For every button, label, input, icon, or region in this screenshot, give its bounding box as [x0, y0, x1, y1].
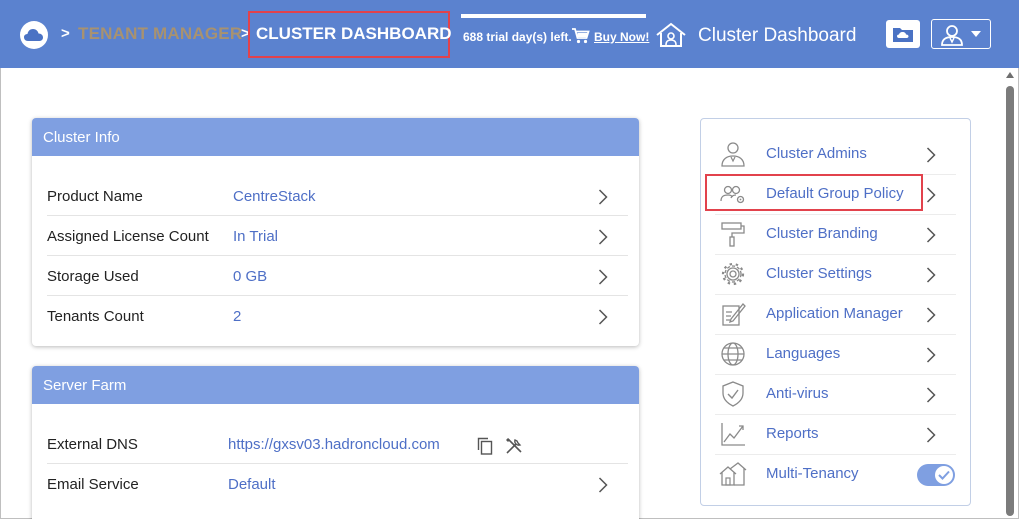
menu-item-default-group-policy[interactable]: Default Group Policy	[715, 175, 956, 215]
menu-item-label: Application Manager	[766, 305, 903, 322]
shopping-cart-icon[interactable]	[572, 28, 590, 49]
menu-item-cluster-settings[interactable]: Cluster Settings	[715, 255, 956, 295]
chevron-right-icon	[926, 427, 936, 443]
info-row-license-count[interactable]: Assigned License Count In Trial	[47, 216, 628, 256]
row-label: External DNS	[47, 436, 138, 453]
menu-item-label: Cluster Admins	[766, 145, 867, 162]
breadcrumb-tenant-manager[interactable]: TENANT MANAGER	[78, 24, 242, 44]
menu-item-anti-virus[interactable]: Anti-virus	[715, 375, 956, 415]
toggle-knob	[935, 466, 953, 484]
line-chart-icon	[721, 423, 745, 446]
chevron-right-icon[interactable]	[598, 189, 608, 205]
menu-item-multi-tenancy[interactable]: Multi-Tenancy	[715, 455, 956, 495]
cluster-info-card: Cluster Info Product Name CentreStack As…	[32, 118, 639, 346]
copy-icon[interactable]	[477, 437, 493, 455]
scroll-up-arrow-icon[interactable]	[1006, 72, 1014, 78]
info-row-tenants-count[interactable]: Tenants Count 2	[47, 296, 628, 336]
row-value: In Trial	[233, 228, 279, 245]
admin-user-icon	[721, 142, 745, 167]
chevron-right-icon	[926, 387, 936, 403]
chevron-right-icon	[926, 347, 936, 363]
farm-row-email-service[interactable]: Email Service Default	[47, 464, 628, 504]
menu-item-label: Reports	[766, 425, 819, 442]
cluster-house-icon	[655, 22, 687, 53]
server-farm-title: Server Farm	[32, 366, 639, 404]
breadcrumb-current-page: CLUSTER DASHBOARD	[256, 24, 452, 43]
user-icon	[940, 24, 964, 51]
menu-item-label: Cluster Branding	[766, 225, 878, 242]
menu-item-label: Multi-Tenancy	[766, 465, 859, 482]
header-title: Cluster Dashboard	[698, 25, 857, 46]
chevron-down-icon	[971, 31, 981, 37]
menu-item-label: Default Group Policy	[766, 185, 904, 202]
chevron-right-icon	[926, 307, 936, 323]
menu-item-reports[interactable]: Reports	[715, 415, 956, 455]
checkmark-icon	[938, 470, 950, 480]
tools-icon[interactable]	[505, 437, 523, 455]
chevron-right-icon[interactable]	[598, 309, 608, 325]
row-label: Storage Used	[47, 268, 139, 285]
cluster-settings-menu: Cluster Admins Default Group Policy Clus…	[700, 118, 971, 506]
menu-item-label: Cluster Settings	[766, 265, 872, 282]
info-row-storage-used[interactable]: Storage Used 0 GB	[47, 256, 628, 296]
menu-item-languages[interactable]: Languages	[715, 335, 956, 375]
row-value[interactable]: https://gxsv03.hadroncloud.com	[228, 436, 440, 453]
chevron-right-icon	[926, 187, 936, 203]
chevron-right-icon	[926, 227, 936, 243]
row-value: 2	[233, 308, 242, 325]
shield-check-icon	[722, 381, 744, 407]
chevron-right-icon[interactable]	[598, 477, 608, 493]
scrollbar-thumb[interactable]	[1006, 86, 1014, 516]
paint-roller-icon	[721, 222, 745, 247]
chevron-right-icon[interactable]	[598, 269, 608, 285]
user-menu-button[interactable]	[931, 19, 991, 49]
group-policy-icon	[720, 185, 745, 204]
row-value: 0 GB	[233, 268, 268, 285]
row-value: CentreStack	[233, 188, 316, 205]
vertical-scrollbar[interactable]	[1003, 72, 1017, 518]
globe-icon	[721, 342, 745, 366]
cloud-logo-icon[interactable]	[20, 21, 48, 49]
chevron-right-icon	[926, 267, 936, 283]
chevron-right-icon[interactable]	[598, 229, 608, 245]
cluster-info-title: Cluster Info	[32, 118, 639, 156]
row-value: Default	[228, 476, 276, 493]
cloud-folder-button[interactable]	[886, 20, 920, 48]
row-label: Assigned License Count	[47, 228, 209, 245]
chevron-right-icon	[926, 147, 936, 163]
row-label: Product Name	[47, 188, 143, 205]
menu-item-label: Anti-virus	[766, 385, 829, 402]
menu-item-cluster-branding[interactable]: Cluster Branding	[715, 215, 956, 255]
breadcrumb-separator: >	[61, 25, 70, 42]
row-label: Tenants Count	[47, 308, 144, 325]
server-farm-card: Server Farm External DNS https://gxsv03.…	[32, 366, 639, 519]
row-label: Email Service	[47, 476, 139, 493]
multi-tenancy-toggle[interactable]	[917, 464, 955, 486]
info-row-product-name[interactable]: Product Name CentreStack	[47, 176, 628, 216]
top-header: > TENANT MANAGER > CLUSTER DASHBOARD 688…	[0, 0, 1019, 68]
farm-row-external-dns: External DNS https://gxsv03.hadroncloud.…	[47, 424, 628, 464]
menu-item-label: Languages	[766, 345, 841, 362]
buy-now-link[interactable]: Buy Now!	[594, 30, 649, 44]
gear-icon	[721, 262, 745, 286]
multi-house-icon	[719, 462, 747, 486]
trial-days-text: 688 trial day(s) left.	[463, 30, 572, 44]
trial-progress-bar	[461, 14, 646, 18]
edit-document-icon	[722, 303, 746, 326]
menu-item-application-manager[interactable]: Application Manager	[715, 295, 956, 335]
menu-item-cluster-admins[interactable]: Cluster Admins	[715, 135, 956, 175]
